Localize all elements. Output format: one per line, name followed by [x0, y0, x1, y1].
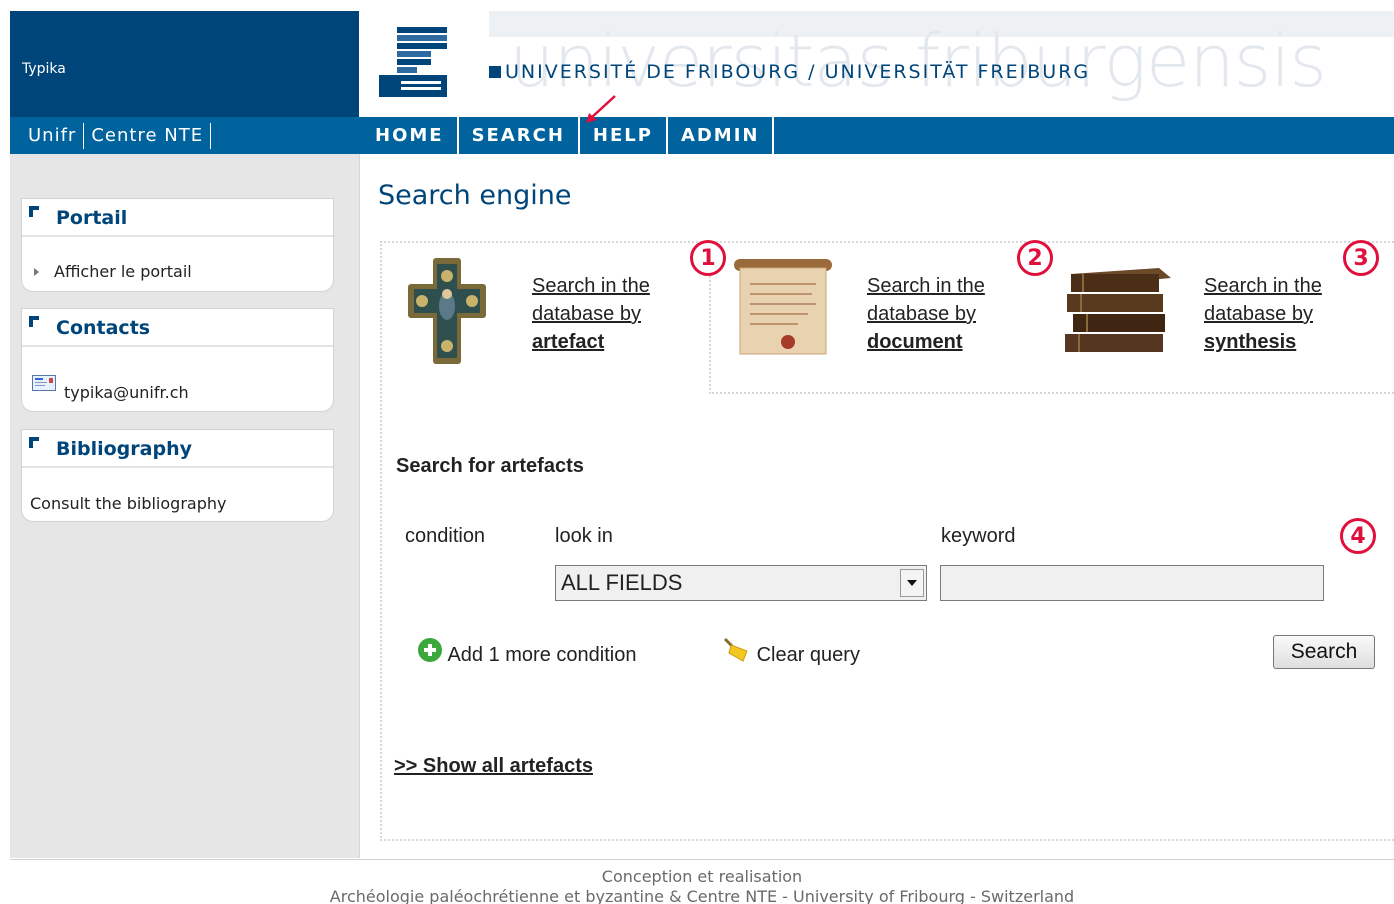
sidebar-title-contacts: Contacts: [56, 317, 151, 339]
keyword-input[interactable]: [940, 565, 1324, 601]
chevron-down-icon[interactable]: [900, 569, 924, 597]
contact-email-link[interactable]: typika@unifr.ch: [64, 383, 189, 402]
clear-query-button[interactable]: Clear query: [721, 637, 860, 667]
header-banner: universitas friburgensis UNIVERSITÉ DE F…: [359, 11, 1394, 117]
email-icon: [32, 375, 56, 391]
add-condition-label: Add 1 more condition: [447, 644, 637, 666]
document-scroll-icon[interactable]: [728, 256, 838, 362]
artefact-cross-icon[interactable]: [406, 256, 488, 366]
sidebar-box-title: Contacts: [22, 309, 333, 347]
show-all-artefacts-link[interactable]: >> Show all artefacts: [394, 755, 593, 778]
annotation-arrow-icon: [586, 95, 616, 123]
link-line: database by: [867, 303, 976, 325]
lookin-select[interactable]: ALL FIELDS: [555, 565, 927, 601]
flag-icon: [29, 316, 39, 327]
link-consult-bibliography[interactable]: Consult the bibliography: [30, 494, 226, 513]
link-keyword: document: [867, 331, 963, 353]
nav-item-admin[interactable]: ADMIN: [668, 117, 775, 154]
column-condition-label: condition: [405, 525, 486, 547]
university-logo-icon: [379, 27, 447, 97]
link-afficher-portail[interactable]: Afficher le portail: [54, 262, 192, 281]
link-line: Search in the: [1204, 275, 1322, 297]
sub-navigation: Unifr Centre NTE: [28, 117, 218, 154]
footer-institutions: Archéologie paléochrétienne et byzantine…: [329, 887, 1075, 904]
column-lookin-label: look in: [555, 525, 613, 547]
university-name-text: UNIVERSITÉ DE FRIBOURG / UNIVERSITÄT FRE…: [505, 61, 1091, 83]
flag-icon: [29, 206, 39, 217]
university-name: UNIVERSITÉ DE FRIBOURG / UNIVERSITÄT FRE…: [489, 61, 1090, 83]
search-button[interactable]: Search: [1273, 635, 1375, 669]
annotation-marker-3: 3: [1343, 240, 1379, 276]
form-heading: Search for artefacts: [396, 455, 584, 477]
square-icon: [489, 66, 501, 78]
synthesis-books-icon[interactable]: [1063, 264, 1175, 356]
flag-icon: [29, 437, 39, 448]
header-site-block: Typika: [10, 11, 359, 117]
link-line: Search in the: [532, 275, 650, 297]
site-name: Typika: [22, 61, 66, 77]
page-title: Search engine: [378, 180, 572, 211]
sidebar: Portail Afficher le portail Contacts typ…: [10, 154, 360, 858]
footer: Conception et realisation Archéologie pa…: [10, 859, 1394, 904]
link-keyword: artefact: [532, 331, 605, 353]
annotation-marker-1: 1: [690, 240, 726, 276]
navigation-bar: Unifr Centre NTE HOME SEARCH HELP ADMIN: [10, 117, 1394, 154]
nav-link-unifr[interactable]: Unifr: [28, 125, 76, 146]
nav-link-centre-nte[interactable]: Centre NTE: [91, 125, 203, 146]
nav-separator: [210, 122, 212, 149]
search-by-document-link[interactable]: Search in the database by document: [867, 272, 985, 356]
sidebar-title-portail: Portail: [56, 207, 128, 229]
add-condition-button[interactable]: Add 1 more condition: [417, 637, 636, 667]
broom-icon: [723, 637, 748, 662]
link-line: Search in the: [867, 275, 985, 297]
sidebar-box-title: Portail: [22, 199, 333, 237]
clear-query-label: Clear query: [756, 644, 860, 666]
nav-item-home[interactable]: HOME: [362, 117, 459, 154]
bullet-arrow-icon: [34, 268, 39, 276]
link-line: database by: [532, 303, 641, 325]
add-icon: [418, 638, 442, 662]
search-by-synthesis-link[interactable]: Search in the database by synthesis: [1204, 272, 1322, 356]
main-navigation: HOME SEARCH HELP ADMIN: [362, 117, 775, 154]
nav-item-search[interactable]: SEARCH: [459, 117, 580, 154]
sidebar-box-title: Bibliography: [22, 430, 333, 468]
sidebar-title-bibliography: Bibliography: [56, 438, 192, 460]
sidebar-box-portail: Portail Afficher le portail: [21, 198, 334, 292]
link-line: database by: [1204, 303, 1313, 325]
footer-credit: Conception et realisation: [601, 867, 803, 886]
sidebar-box-contacts: Contacts typika@unifr.ch: [21, 308, 334, 412]
annotation-marker-2: 2: [1017, 240, 1053, 276]
link-keyword: synthesis: [1204, 331, 1297, 353]
search-by-artefact-link[interactable]: Search in the database by artefact: [532, 272, 650, 356]
sidebar-box-bibliography: Bibliography Consult the bibliography: [21, 429, 334, 522]
annotation-marker-4: 4: [1340, 518, 1376, 554]
lookin-selected-value: ALL FIELDS: [561, 570, 683, 595]
nav-separator: [83, 122, 85, 149]
column-keyword-label: keyword: [941, 525, 1016, 547]
